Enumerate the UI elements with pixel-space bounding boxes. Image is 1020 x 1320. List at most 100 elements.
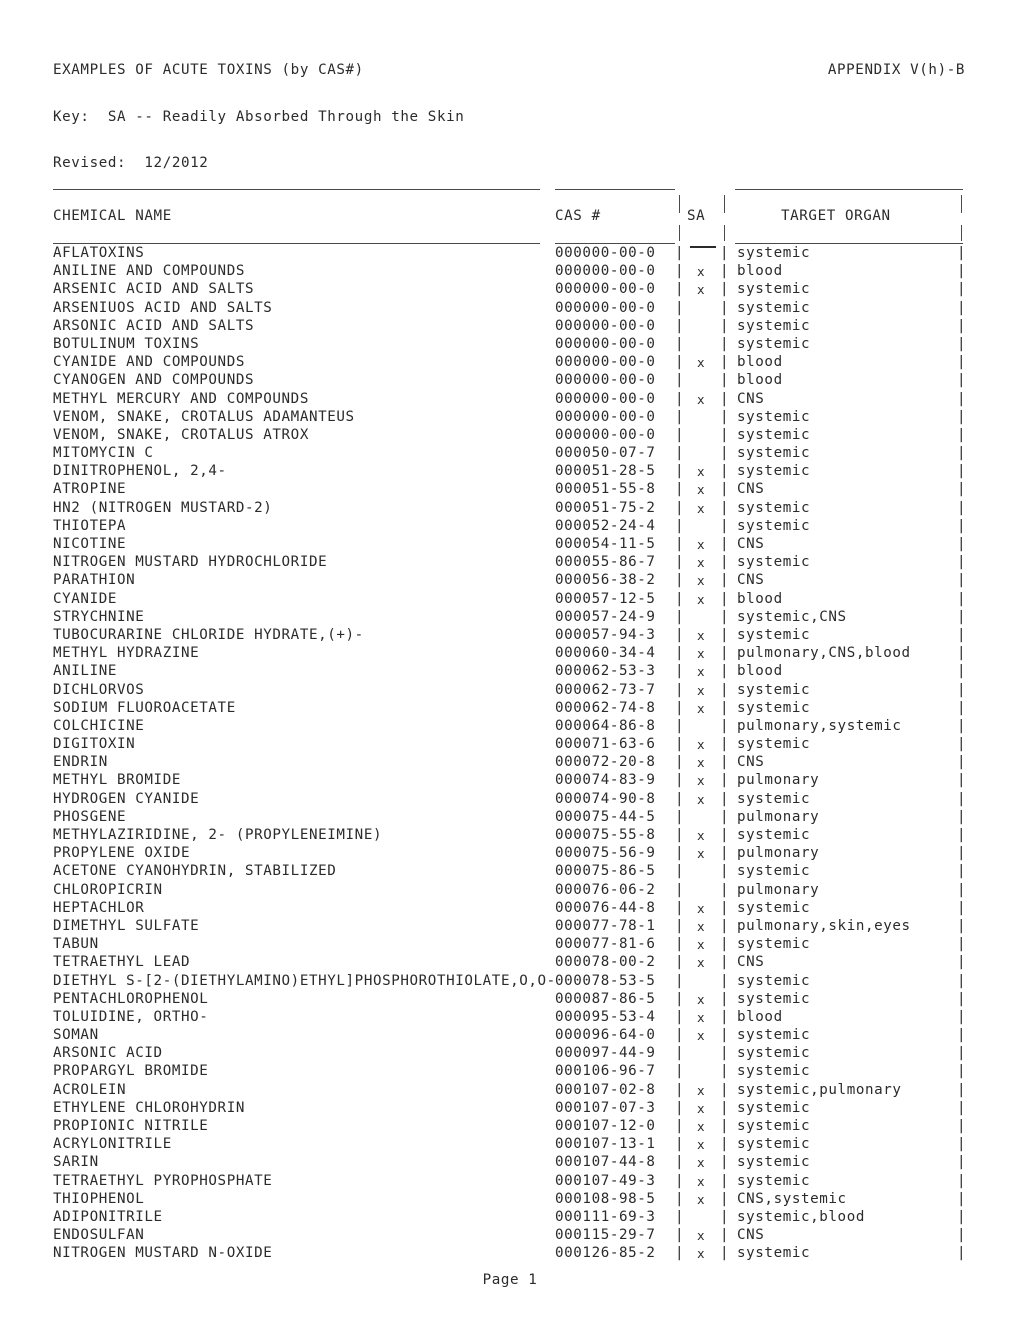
cell-chemical-name: ETHYLENE CHLOROHYDRIN	[53, 1099, 245, 1116]
cell-divider-left: |	[675, 572, 685, 589]
cell-divider-right: |	[720, 335, 730, 352]
table-row: ATROPINE 000051-55-8 | x | CNS |	[0, 481, 1020, 499]
cell-target-organ: blood	[737, 263, 783, 280]
table-row: ACRYLONITRILE 000107-13-1 | x | systemic |	[0, 1136, 1020, 1154]
cell-divider-end: |	[957, 608, 967, 625]
table-row: PROPARGYL BROMIDE 000106-96-7 | | systemic |	[0, 1063, 1020, 1081]
cell-divider-right: |	[720, 317, 730, 334]
cell-cas-number: 000107-12-0	[555, 1118, 656, 1134]
cell-sa-mark: x	[697, 991, 706, 1007]
cell-divider-end: |	[957, 972, 967, 989]
cell-divider-right: |	[720, 463, 730, 480]
cell-divider-right: |	[720, 645, 730, 662]
cell-target-organ: systemic	[737, 736, 811, 753]
cell-divider-left: |	[675, 699, 685, 716]
table-row: DIMETHYL SULFATE 000077-78-1 | x | pulmonary,…	[0, 918, 1020, 936]
cell-cas-number: 000107-49-3	[555, 1172, 656, 1189]
cell-divider-left: |	[675, 445, 685, 462]
cell-chemical-name: TABUN	[53, 936, 99, 953]
cell-divider-right: |	[720, 717, 730, 734]
cell-target-organ: pulmonary	[737, 845, 820, 862]
cell-target-organ: systemic	[737, 626, 811, 643]
cell-divider-right: |	[720, 681, 730, 698]
cell-divider-left: |	[675, 1118, 685, 1134]
cell-divider-right: |	[720, 281, 730, 298]
cell-target-organ: systemic	[737, 517, 811, 534]
cell-divider-right: |	[720, 1190, 730, 1207]
cell-divider-left: |	[675, 808, 685, 825]
table-row: ENDRIN 000072-20-8 | x | CNS |	[0, 754, 1020, 772]
cell-divider-left: |	[675, 681, 685, 698]
cell-sa-mark: x	[697, 900, 706, 916]
cell-divider-left: |	[675, 772, 685, 789]
cell-sa-mark: x	[697, 537, 706, 552]
cell-target-organ: systemic	[737, 863, 811, 880]
cell-cas-number: 000000-00-0	[555, 281, 656, 298]
cell-cas-number: 000087-86-5	[555, 990, 656, 1007]
cell-divider-left: |	[675, 1063, 685, 1080]
cell-divider-end: |	[957, 445, 967, 462]
table-row: ARSENIUOS ACID AND SALTS 000000-00-0 | | sys…	[0, 300, 1020, 318]
cell-divider-right: |	[720, 554, 730, 571]
cell-chemical-name: DIMETHYL SULFATE	[53, 917, 200, 934]
cell-divider-right: |	[720, 863, 730, 880]
cell-target-organ: CNS	[737, 481, 765, 498]
cell-target-organ: systemic	[737, 827, 811, 843]
cell-divider-left: |	[675, 335, 685, 352]
cell-chemical-name: DINITROPHENOL, 2,4-	[53, 463, 227, 480]
cell-divider-right: |	[720, 917, 730, 934]
cell-divider-left: |	[675, 245, 685, 261]
cell-divider-end: |	[957, 354, 967, 371]
table-row: DIETHYL S-[2-(DIETHYLAMINO)ETHYL]PHOSPHO…	[0, 973, 1020, 991]
cell-chemical-name: DIGITOXIN	[53, 736, 136, 753]
cell-sa-mark: x	[697, 955, 706, 971]
cell-sa-mark: x	[697, 700, 706, 716]
cell-target-organ: systemic	[737, 335, 811, 352]
cell-sa-mark: x	[697, 627, 706, 643]
cell-divider-left: |	[675, 1081, 685, 1098]
cell-chemical-name: PROPIONIC NITRILE	[53, 1118, 209, 1134]
cell-divider-end: |	[957, 681, 967, 698]
cell-divider-left: |	[675, 299, 685, 316]
cell-target-organ: systemic	[737, 426, 811, 443]
cell-sa-mark: x	[697, 482, 706, 498]
cell-sa-mark: x	[697, 773, 706, 789]
cell-chemical-name: THIOTEPA	[53, 517, 127, 534]
cell-divider-right: |	[720, 990, 730, 1007]
cell-cas-number: 000071-63-6	[555, 736, 656, 753]
cell-cas-number: 000126-85-2	[555, 1245, 656, 1262]
cell-chemical-name: PARATHION	[53, 572, 136, 589]
key-legend: Key: SA -- Readily Absorbed Through the …	[53, 109, 465, 125]
cell-target-organ: systemic	[737, 299, 811, 316]
cell-divider-end: |	[957, 536, 967, 552]
table-row: TUBOCURARINE CHLORIDE HYDRATE,(+)- 000057…	[0, 627, 1020, 645]
cell-chemical-name: THIOPHENOL	[53, 1190, 145, 1207]
cell-divider-right: |	[720, 936, 730, 953]
header-divider-sa-right	[724, 195, 725, 213]
cell-divider-right: |	[720, 445, 730, 462]
cell-sa-mark: x	[697, 1246, 706, 1262]
cell-divider-left: |	[675, 917, 685, 934]
table-row: ACETONE CYANOHYDRIN, STABILIZED 000075-86…	[0, 863, 1020, 881]
cell-divider-left: |	[675, 827, 685, 843]
table-row: ANILINE 000062-53-3 | x | blood |	[0, 663, 1020, 681]
cell-divider-left: |	[675, 717, 685, 734]
cell-chemical-name: ARSENIC ACID AND SALTS	[53, 281, 255, 298]
cell-divider-end: |	[957, 827, 967, 843]
cell-cas-number: 000062-74-8	[555, 699, 656, 716]
rule-mid-name	[53, 243, 540, 244]
cell-divider-right: |	[720, 1136, 730, 1153]
cell-divider-end: |	[957, 245, 967, 261]
cell-cas-number: 000057-12-5	[555, 590, 656, 607]
cell-chemical-name: DICHLORVOS	[53, 681, 145, 698]
cell-divider-end: |	[957, 663, 967, 680]
cell-chemical-name: ACETONE CYANOHYDRIN, STABILIZED	[53, 863, 337, 880]
column-header-target-organ: TARGET ORGAN	[781, 208, 891, 224]
cell-divider-right: |	[720, 972, 730, 989]
cell-chemical-name: CHLOROPICRIN	[53, 881, 163, 898]
table-row: ADIPONITRILE 000111-69-3 | | systemic,blood |	[0, 1209, 1020, 1227]
cell-chemical-name: AFLATOXINS	[53, 245, 145, 261]
cell-cas-number: 000056-38-2	[555, 572, 656, 589]
cell-cas-number: 000107-44-8	[555, 1154, 656, 1171]
cell-cas-number: 000051-28-5	[555, 463, 656, 480]
